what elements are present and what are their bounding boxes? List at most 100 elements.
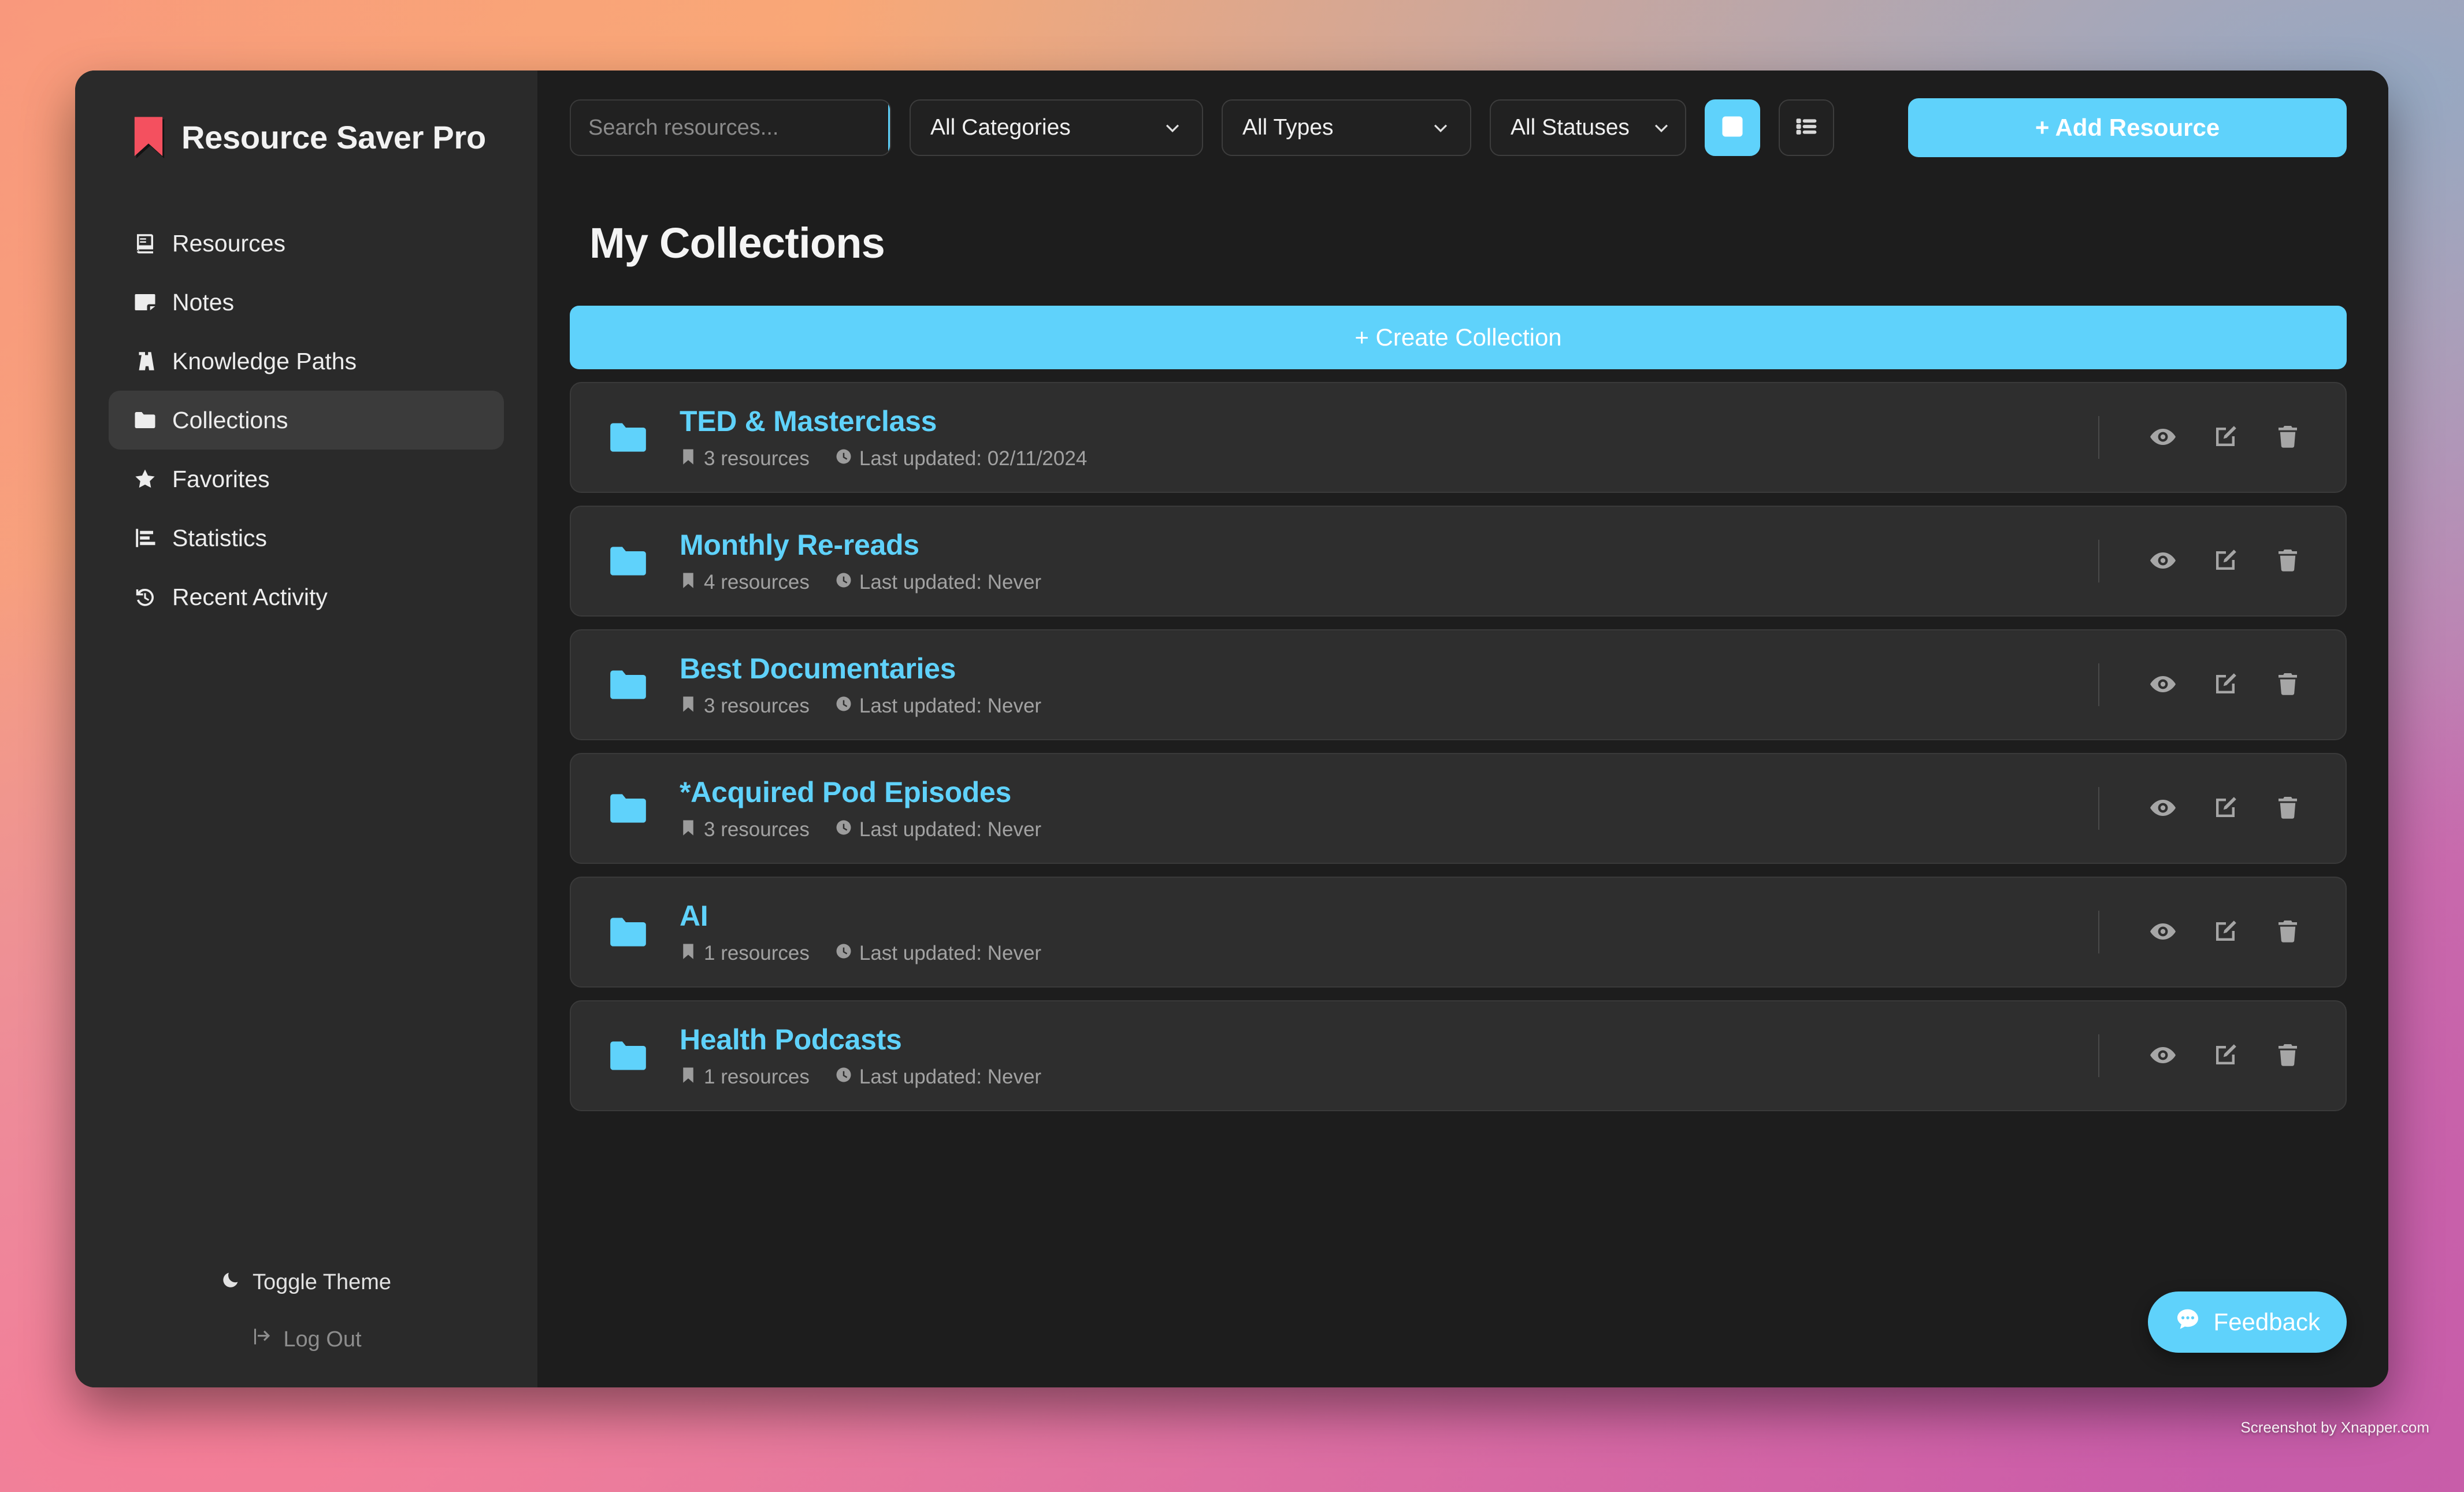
delete-collection-button[interactable]: [2257, 901, 2319, 963]
view-collection-button[interactable]: [2132, 406, 2194, 469]
actions-divider: [2098, 1034, 2099, 1077]
collection-name[interactable]: Health Podcasts: [680, 1023, 2098, 1056]
book-icon: [133, 231, 157, 255]
sidebar-item-recent-activity[interactable]: Recent Activity: [109, 567, 504, 626]
delete-collection-button[interactable]: [2257, 777, 2319, 840]
view-collection-button[interactable]: [2132, 530, 2194, 592]
road-icon: [133, 349, 157, 373]
delete-collection-button[interactable]: [2257, 406, 2319, 469]
list-icon: [1794, 114, 1819, 142]
bookmark-icon: [680, 571, 697, 594]
logout-button[interactable]: Log Out: [251, 1326, 362, 1353]
bookmark-icon: [680, 1066, 697, 1089]
search-button[interactable]: [888, 101, 890, 155]
edit-collection-button[interactable]: [2194, 901, 2257, 963]
last-updated: Last updated: 02/11/2024: [835, 447, 1087, 470]
sidebar-item-collections[interactable]: Collections: [109, 391, 504, 450]
search-box: [570, 99, 891, 156]
collection-row[interactable]: TED & Masterclass 3 resources Last updat…: [570, 382, 2347, 493]
folder-icon: [607, 663, 650, 706]
collection-row[interactable]: Monthly Re-reads 4 resources Last update…: [570, 506, 2347, 617]
delete-collection-button[interactable]: [2257, 654, 2319, 716]
resource-count-label: 1 resources: [704, 942, 810, 964]
collection-row[interactable]: Best Documentaries 3 resources Last upda…: [570, 629, 2347, 740]
trash-icon: [2274, 1041, 2302, 1071]
filter-types[interactable]: All Types: [1222, 99, 1471, 156]
grid-view-button[interactable]: [1705, 99, 1760, 156]
sidebar-item-resources[interactable]: Resources: [109, 214, 504, 273]
sidebar-item-notes[interactable]: Notes: [109, 273, 504, 332]
sidebar-item-label: Knowledge Paths: [172, 347, 357, 374]
edit-collection-button[interactable]: [2194, 406, 2257, 469]
filter-categories-value: All Categories: [930, 115, 1071, 140]
edit-icon: [2211, 547, 2239, 576]
edit-collection-button[interactable]: [2194, 777, 2257, 840]
clock-icon: [835, 942, 852, 965]
bookmark-icon: [680, 942, 697, 965]
logout-label: Log Out: [283, 1327, 362, 1352]
folder-icon: [607, 1034, 650, 1077]
collection-row[interactable]: Health Podcasts 1 resources Last updated…: [570, 1000, 2347, 1111]
collection-row[interactable]: AI 1 resources Last updated: Never: [570, 877, 2347, 988]
collection-info: TED & Masterclass 3 resources Last updat…: [680, 404, 2098, 470]
collection-meta: 3 resources Last updated: Never: [680, 695, 2098, 718]
create-collection-button[interactable]: + Create Collection: [570, 306, 2347, 369]
edit-icon: [2211, 918, 2239, 947]
resource-count-label: 3 resources: [704, 447, 810, 470]
resource-count-label: 4 resources: [704, 571, 810, 593]
eye-icon: [2149, 918, 2177, 947]
collection-actions: [2098, 1025, 2319, 1087]
feedback-button[interactable]: Feedback: [2147, 1291, 2347, 1353]
moon-icon: [221, 1270, 241, 1295]
filter-types-value: All Types: [1242, 115, 1334, 140]
feedback-label: Feedback: [2213, 1308, 2320, 1335]
bookmark-icon: [132, 116, 165, 158]
view-collection-button[interactable]: [2132, 1025, 2194, 1087]
filter-statuses[interactable]: All Statuses: [1490, 99, 1686, 156]
collection-name[interactable]: AI: [680, 899, 2098, 933]
view-collection-button[interactable]: [2132, 777, 2194, 840]
collection-meta: 3 resources Last updated: Never: [680, 818, 2098, 841]
collection-name[interactable]: TED & Masterclass: [680, 404, 2098, 438]
collection-name[interactable]: Best Documentaries: [680, 652, 2098, 685]
collection-row[interactable]: *Acquired Pod Episodes 3 resources Last …: [570, 753, 2347, 864]
chevron-down-icon: [1409, 118, 1450, 138]
filter-statuses-value: All Statuses: [1511, 115, 1630, 140]
chat-bubble-icon: [2174, 1306, 2201, 1338]
edit-collection-button[interactable]: [2194, 530, 2257, 592]
delete-collection-button[interactable]: [2257, 530, 2319, 592]
bar-chart-icon: [133, 526, 157, 550]
trash-icon: [2274, 423, 2302, 452]
resource-count-label: 1 resources: [704, 1066, 810, 1088]
sidebar-item-knowledge-paths[interactable]: Knowledge Paths: [109, 332, 504, 391]
star-icon: [133, 467, 157, 491]
list-view-button[interactable]: [1779, 99, 1834, 156]
collection-info: Best Documentaries 3 resources Last upda…: [680, 652, 2098, 718]
resource-count: 3 resources: [680, 818, 810, 841]
search-input[interactable]: [571, 101, 888, 155]
view-collection-button[interactable]: [2132, 901, 2194, 963]
sidebar-nav: Resources Notes Knowledge Paths Collecti…: [75, 214, 537, 626]
edit-collection-button[interactable]: [2194, 654, 2257, 716]
collection-name[interactable]: *Acquired Pod Episodes: [680, 775, 2098, 809]
sidebar-item-statistics[interactable]: Statistics: [109, 509, 504, 567]
add-resource-button[interactable]: + Add Resource: [1908, 98, 2347, 157]
delete-collection-button[interactable]: [2257, 1025, 2319, 1087]
folder-icon: [607, 540, 650, 582]
last-updated-label: Last updated: Never: [859, 1066, 1042, 1088]
edit-collection-button[interactable]: [2194, 1025, 2257, 1087]
toggle-theme-button[interactable]: Toggle Theme: [221, 1270, 391, 1295]
sidebar-item-label: Collections: [172, 406, 288, 433]
sidebar-item-favorites[interactable]: Favorites: [109, 450, 504, 509]
toggle-theme-label: Toggle Theme: [252, 1270, 392, 1294]
collection-actions: [2098, 654, 2319, 716]
last-updated: Last updated: Never: [835, 571, 1041, 594]
collection-name[interactable]: Monthly Re-reads: [680, 528, 2098, 562]
folder-icon: [607, 416, 650, 459]
view-collection-button[interactable]: [2132, 654, 2194, 716]
edit-icon: [2211, 794, 2239, 823]
filter-categories[interactable]: All Categories: [910, 99, 1203, 156]
collection-meta: 1 resources Last updated: Never: [680, 942, 2098, 965]
trash-icon: [2274, 794, 2302, 823]
resource-count-label: 3 resources: [704, 818, 810, 841]
